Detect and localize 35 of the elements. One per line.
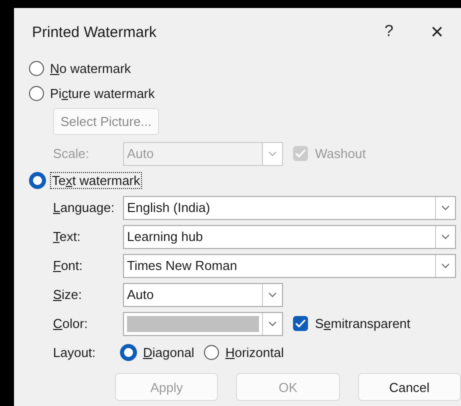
- radio-button[interactable]: [204, 345, 220, 360]
- scale-label: Scale:: [53, 146, 90, 161]
- radio-label: Picture watermark: [49, 86, 156, 101]
- color-dropdown[interactable]: [123, 312, 283, 336]
- radio-button[interactable]: [29, 61, 44, 76]
- field-label: Color:: [53, 316, 89, 331]
- washout-label: Washout: [314, 146, 367, 161]
- layout-label: Layout:: [53, 345, 97, 360]
- chevron-down-icon: [441, 262, 450, 268]
- window-title: Printed Watermark: [32, 24, 158, 40]
- chevron-down-icon: [268, 292, 277, 298]
- radio-button[interactable]: [29, 172, 46, 189]
- dropdown-field[interactable]: Auto: [123, 282, 283, 306]
- dropdown-field[interactable]: Times New Roman: [123, 254, 456, 278]
- dropdown-field[interactable]: English (India): [123, 196, 456, 220]
- chevron-down-icon: [268, 150, 277, 156]
- field-label: Language:: [53, 200, 116, 215]
- field-label: Size:: [53, 287, 83, 302]
- radio-label: No watermark: [49, 61, 132, 76]
- chevron-down-icon: [441, 234, 450, 240]
- radio-button[interactable]: [120, 344, 137, 361]
- semitransparent-label: Semitransparent: [314, 316, 412, 331]
- close-button[interactable]: ×: [413, 19, 461, 45]
- chevron-down-icon: [268, 320, 277, 326]
- radio-label: Diagonal: [142, 345, 196, 360]
- radio-label: Horizontal: [224, 345, 285, 360]
- dropdown-field[interactable]: Learning hub: [123, 224, 456, 248]
- radio-label: Text watermark: [51, 173, 142, 188]
- field-label: Font:: [53, 258, 84, 273]
- chevron-down-icon: [441, 204, 450, 210]
- dialog-button[interactable]: Cancel: [358, 373, 461, 401]
- help-button[interactable]: ?: [365, 23, 413, 41]
- semitransparent-checkbox[interactable]: [293, 316, 308, 331]
- field-label: Text:: [53, 229, 82, 244]
- radio-button[interactable]: [29, 86, 44, 101]
